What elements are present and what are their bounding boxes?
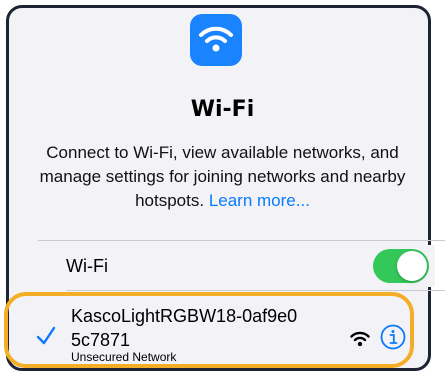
- page-description: Connect to Wi-Fi, view available network…: [18, 141, 427, 213]
- wifi-toggle[interactable]: [373, 249, 429, 283]
- wifi-row-label: Wi-Fi: [66, 256, 108, 276]
- wifi-toggle-row: Wi-Fi: [38, 245, 435, 287]
- learn-more-link[interactable]: Learn more...: [209, 191, 310, 210]
- network-name-line2: 5c7871: [71, 330, 131, 350]
- toggle-knob: [397, 251, 427, 281]
- page-title: Wi-Fi: [190, 97, 255, 122]
- network-name[interactable]: KascoLightRGBW18-0af9e0 5c7871: [71, 304, 331, 352]
- row-divider: [66, 290, 445, 291]
- checkmark-icon: [36, 326, 56, 345]
- screenshot-frame: Wi-Fi Connect to Wi-Fi, view available n…: [0, 0, 445, 377]
- network-subtitle: Unsecured Network: [71, 350, 177, 364]
- wifi-signal-icon: [350, 331, 370, 347]
- network-name-line1: KascoLightRGBW18-0af9e0: [71, 306, 298, 326]
- info-icon[interactable]: [380, 324, 406, 350]
- section-divider: [38, 240, 445, 241]
- wifi-icon: [190, 14, 242, 66]
